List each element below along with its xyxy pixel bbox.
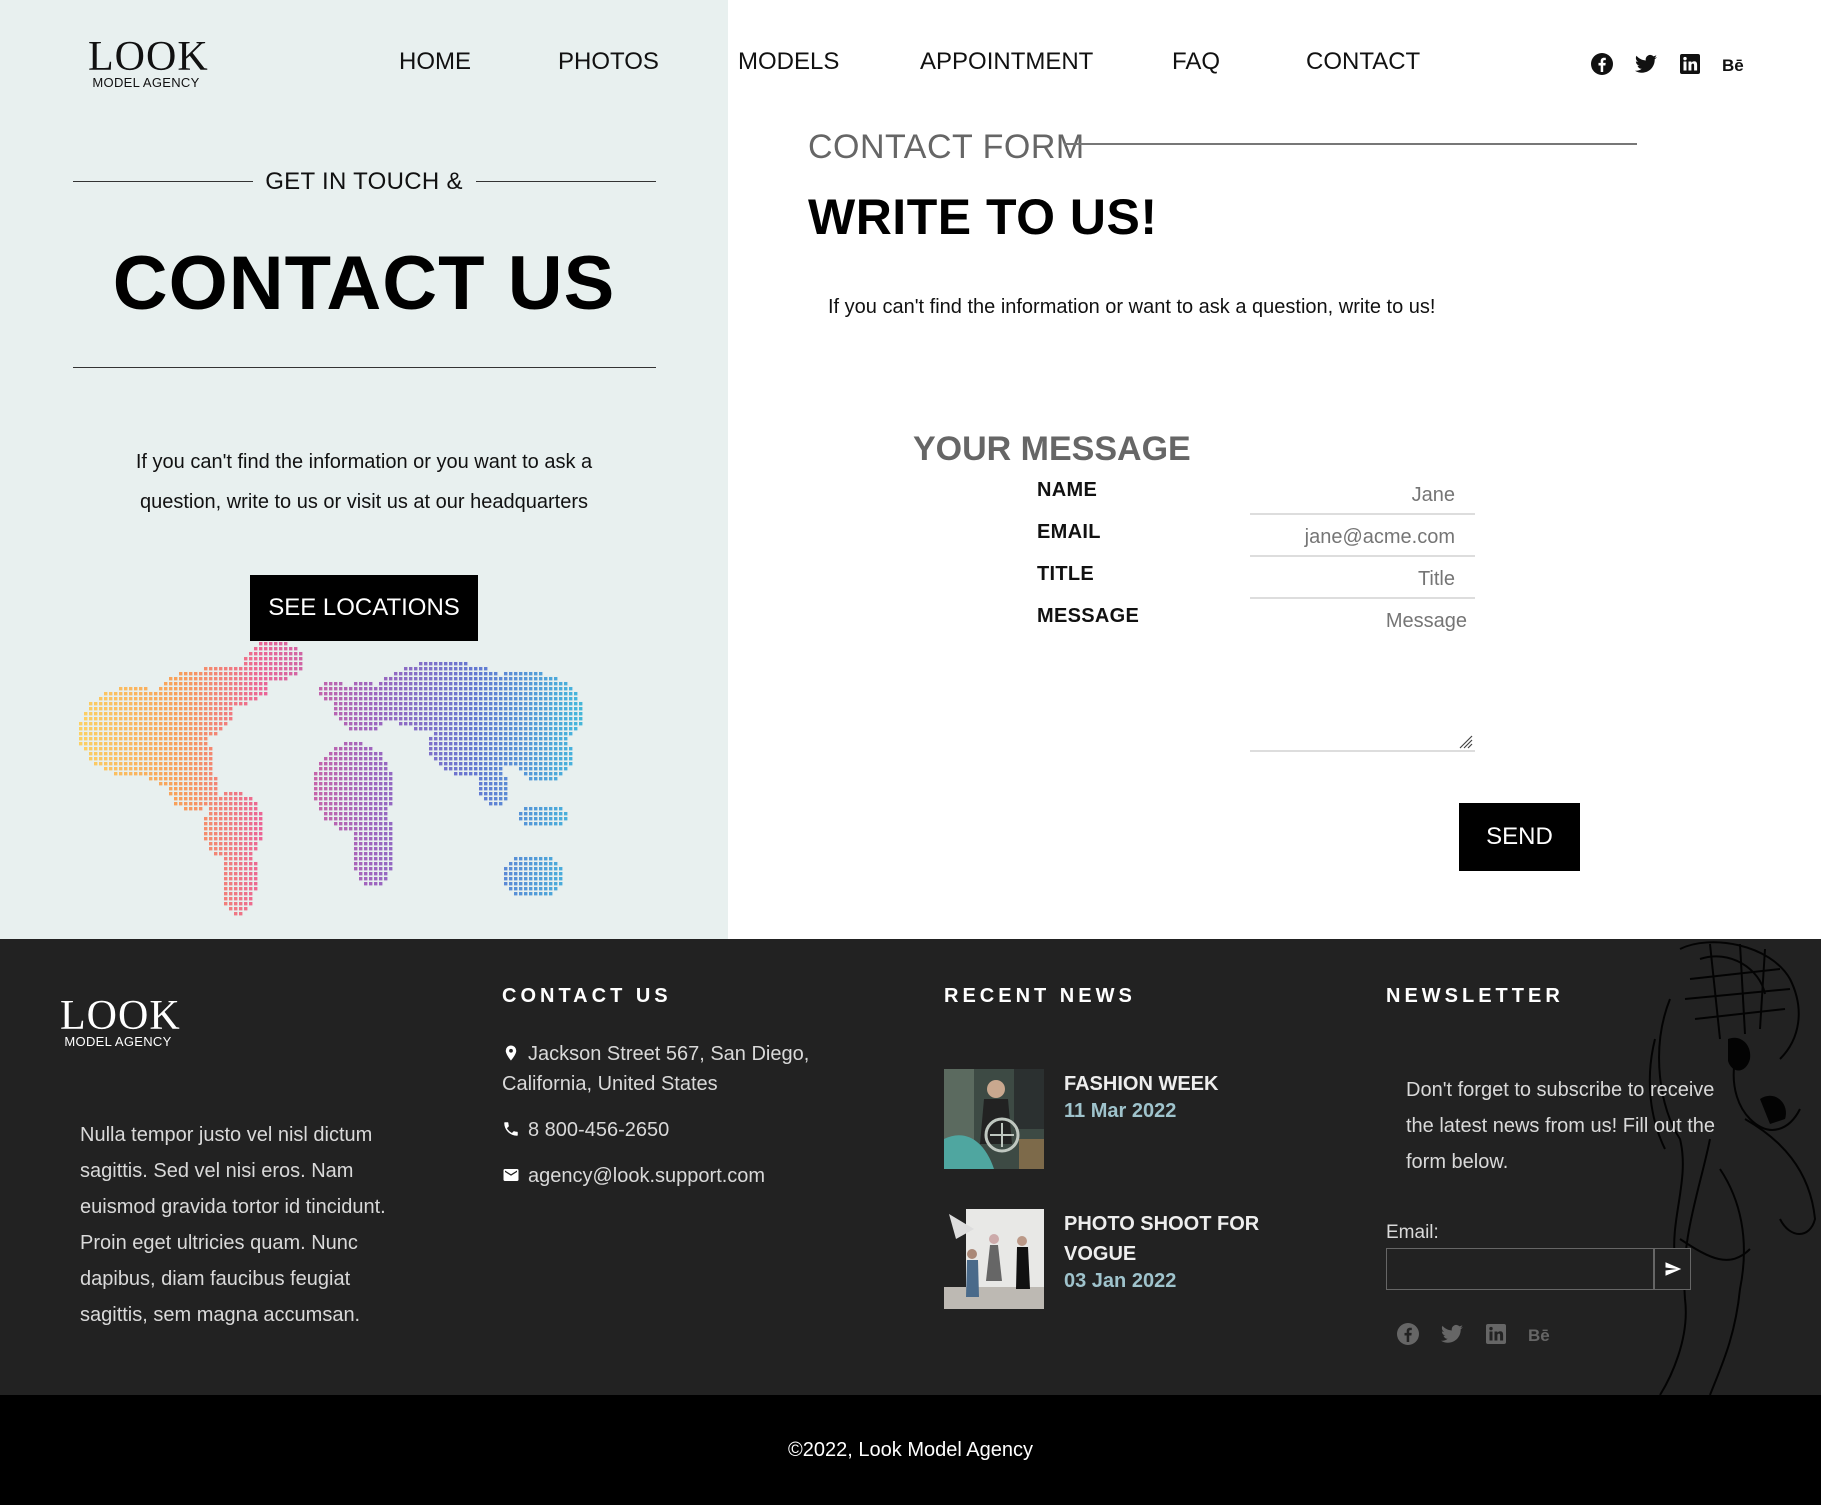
resize-grip-icon[interactable] <box>1457 733 1473 749</box>
world-map-graphic <box>79 642 583 916</box>
footer-email[interactable]: agency@look.support.com <box>502 1161 765 1191</box>
footer-contact-title: CONTACT US <box>502 985 672 1007</box>
brand-logo[interactable]: LOOK MODEL AGENCY <box>88 34 209 90</box>
see-locations-button[interactable]: SEE LOCATIONS <box>250 575 478 641</box>
name-input[interactable] <box>1250 477 1475 515</box>
nav-faq[interactable]: FAQ <box>1172 48 1220 76</box>
footer-phone[interactable]: 8 800-456-2650 <box>502 1115 669 1145</box>
email-input[interactable] <box>1250 519 1475 557</box>
send-arrow-icon <box>1665 1262 1681 1276</box>
footer-social-links: Bē <box>1396 1322 1552 1346</box>
send-button[interactable]: SEND <box>1459 803 1580 871</box>
nav-photos[interactable]: PHOTOS <box>558 48 659 76</box>
linkedin-icon[interactable] <box>1678 52 1702 76</box>
footer-behance-icon[interactable]: Bē <box>1528 1322 1552 1346</box>
twitter-icon[interactable] <box>1634 52 1658 76</box>
eyebrow-divider-right <box>476 181 656 182</box>
news-thumbnail-vogue-shoot[interactable] <box>944 1209 1044 1309</box>
contact-form-divider <box>1064 143 1637 145</box>
copyright-text: ©2022, Look Model Agency <box>788 1438 1033 1461</box>
name-label: NAME <box>1037 479 1098 501</box>
message-section-title: YOUR MESSAGE <box>913 430 1191 468</box>
footer-newsletter-title: NEWSLETTER <box>1386 985 1564 1007</box>
footer-news-title: RECENT NEWS <box>944 985 1136 1007</box>
newsletter-text: Don't forget to subscribe to receive the… <box>1406 1079 1716 1173</box>
brand-name: LOOK <box>88 34 209 80</box>
footer-brand-logo[interactable]: LOOK MODEL AGENCY <box>60 993 181 1049</box>
news-thumbnail-fashion-week[interactable] <box>944 1069 1044 1169</box>
footer-address-text: Jackson Street 567, San Diego, Californi… <box>502 1043 810 1095</box>
footer-linkedin-icon[interactable] <box>1484 1322 1508 1346</box>
nav-contact[interactable]: CONTACT <box>1306 48 1420 76</box>
phone-icon <box>502 1117 520 1136</box>
contact-form-description: If you can't find the information or wan… <box>828 296 1436 318</box>
footer-address: Jackson Street 567, San Diego, Californi… <box>502 1039 832 1099</box>
hero-eyebrow: GET IN TOUCH & <box>265 168 463 195</box>
header-social-links: Bē <box>1590 52 1746 76</box>
title-label: TITLE <box>1037 563 1095 585</box>
message-label: MESSAGE <box>1037 605 1140 627</box>
footer-phone-text: 8 800-456-2650 <box>528 1119 670 1141</box>
footer-twitter-icon[interactable] <box>1440 1322 1464 1346</box>
newsletter-submit-button[interactable] <box>1654 1248 1691 1290</box>
hero-description: If you can't find the information or you… <box>135 451 593 513</box>
brand-tagline: MODEL AGENCY <box>92 75 200 90</box>
message-textarea[interactable] <box>1250 604 1475 752</box>
hero-divider <box>73 367 656 368</box>
nav-home[interactable]: HOME <box>399 48 471 76</box>
news-title-2[interactable]: PHOTO SHOOT FOR VOGUE <box>1064 1209 1274 1269</box>
behance-icon[interactable]: Bē <box>1722 52 1746 76</box>
facebook-icon[interactable] <box>1590 52 1614 76</box>
footer-email-text: agency@look.support.com <box>528 1165 766 1187</box>
top-section: LOOK MODEL AGENCY HOME PHOTOS MODELS APP… <box>0 0 1821 939</box>
contact-form-eyebrow: CONTACT FORM <box>808 128 1085 166</box>
footer-brand-tagline: MODEL AGENCY <box>64 1034 172 1049</box>
svg-text:Bē: Bē <box>1722 56 1744 75</box>
email-label: EMAIL <box>1037 521 1101 543</box>
title-input[interactable] <box>1250 561 1475 599</box>
mail-icon <box>502 1163 520 1181</box>
contact-form-title: WRITE TO US! <box>808 189 1158 245</box>
news-title-1[interactable]: FASHION WEEK <box>1064 1069 1274 1099</box>
footer-brand-name: LOOK <box>60 993 181 1039</box>
hero-title: CONTACT US <box>112 241 616 326</box>
news-date-2: 03 Jan 2022 <box>1064 1270 1177 1292</box>
nav-models[interactable]: MODELS <box>738 48 839 76</box>
copyright-bar: ©2022, Look Model Agency <box>0 1395 1821 1505</box>
footer-facebook-icon[interactable] <box>1396 1322 1420 1346</box>
news-date-1: 11 Mar 2022 <box>1064 1100 1177 1122</box>
newsletter-email-label: Email: <box>1386 1222 1439 1243</box>
footer-about-text: Nulla tempor justo vel nisl dictum sagit… <box>80 1124 386 1326</box>
footer: LOOK MODEL AGENCY Nulla tempor justo vel… <box>0 939 1821 1395</box>
svg-text:Bē: Bē <box>1528 1326 1550 1345</box>
newsletter-email-input[interactable] <box>1386 1248 1654 1290</box>
nav-appointment[interactable]: APPOINTMENT <box>920 48 1093 76</box>
location-pin-icon <box>502 1041 520 1061</box>
